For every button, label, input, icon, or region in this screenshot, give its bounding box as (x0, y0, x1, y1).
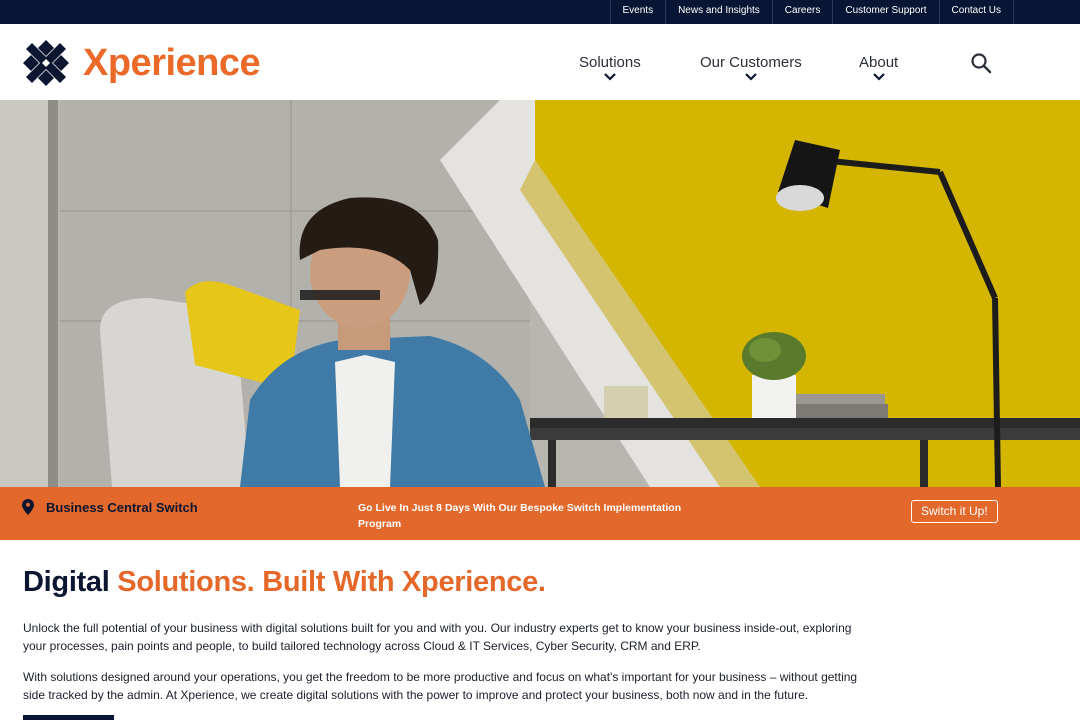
page-headline: Digital Solutions. Built With Xperience. (23, 566, 546, 599)
nav-item-about[interactable]: About (859, 54, 898, 81)
nav-item-solutions[interactable]: Solutions (579, 54, 641, 81)
search-icon[interactable] (970, 52, 992, 74)
utility-link-news[interactable]: News and Insights (665, 0, 772, 24)
utility-link-events[interactable]: Events (609, 0, 666, 24)
intro-paragraph-1: Unlock the full potential of your busine… (23, 621, 852, 653)
main-nav: Solutions Our Customers About (0, 54, 1080, 94)
nav-label-our-customers: Our Customers (700, 54, 802, 71)
utility-link-careers[interactable]: Careers (771, 0, 833, 24)
hero-illustration (0, 100, 1080, 487)
utility-links: Events News and Insights Careers Custome… (609, 0, 1014, 24)
nav-label-about: About (859, 54, 899, 71)
switch-it-up-button[interactable]: Switch it Up! (911, 500, 998, 523)
nav-item-our-customers[interactable]: Our Customers (700, 54, 802, 81)
site-header: Xperience Solutions Our Customers About (0, 24, 1080, 100)
promo-banner: Business Central Switch Go Live In Just … (0, 487, 1080, 540)
chevron-down-icon (745, 73, 757, 81)
top-utility-bar: Events News and Insights Careers Custome… (0, 0, 1080, 24)
hero-image (0, 100, 1080, 487)
chevron-down-icon (872, 73, 885, 81)
headline-dark-part: Digital (23, 566, 110, 598)
nav-label-solutions: Solutions (579, 54, 641, 71)
utility-link-contact[interactable]: Contact Us (938, 0, 1014, 24)
chevron-down-icon (604, 73, 616, 81)
utility-link-support[interactable]: Customer Support (832, 0, 938, 24)
banner-title: Business Central Switch (46, 500, 198, 515)
banner-text: Go Live In Just 8 Days With Our Bespoke … (358, 502, 682, 530)
headline-orange-part: Solutions. Built With Xperience. (117, 566, 546, 598)
intro-paragraph-2: With solutions designed around your oper… (23, 670, 858, 702)
location-pin-icon (22, 499, 34, 515)
cta-button[interactable] (23, 715, 114, 720)
